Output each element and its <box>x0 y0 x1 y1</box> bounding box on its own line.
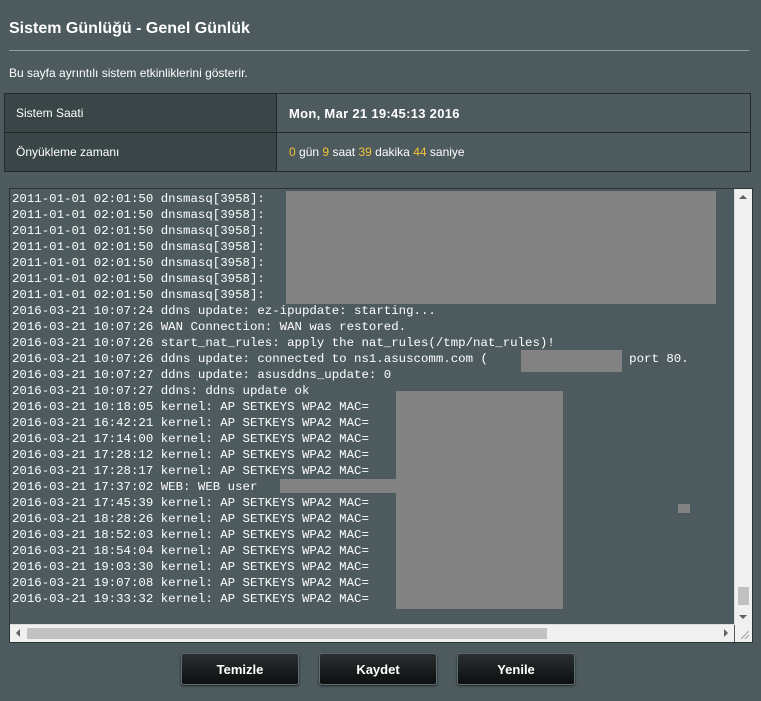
uptime-days-unit: gün <box>299 145 320 159</box>
redacted-block <box>280 479 400 493</box>
redacted-block <box>521 350 622 372</box>
uptime-seconds-unit: saniye <box>429 145 465 159</box>
system-time-row: Sistem Saati Mon, Mar 21 19:45:13 2016 <box>4 93 751 133</box>
log-line: 2016-03-21 17:28:12 kernel: AP SETKEYS W… <box>12 448 369 462</box>
clear-button[interactable]: Temizle <box>181 653 299 685</box>
redacted-block <box>396 391 563 609</box>
log-line: 2016-03-21 10:07:24 ddns update: ez-ipup… <box>12 304 436 318</box>
uptime-hours-unit: saat <box>332 145 356 159</box>
vertical-scroll-thumb[interactable] <box>738 587 749 605</box>
save-button[interactable]: Kaydet <box>319 653 437 685</box>
scroll-left-arrow-icon[interactable] <box>16 629 20 637</box>
log-line: 2016-03-21 17:45:39 kernel: AP SETKEYS W… <box>12 496 369 510</box>
log-line: 2016-03-21 10:07:26 start_nat_rules: app… <box>12 336 555 350</box>
scroll-right-arrow-icon[interactable] <box>724 629 728 637</box>
log-line: 2011-01-01 02:01:50 dnsmasq[3958]: <box>12 224 265 238</box>
log-line: 2011-01-01 02:01:50 dnsmasq[3958]: <box>12 272 265 286</box>
log-line: 2011-01-01 02:01:50 dnsmasq[3958]: <box>12 288 265 302</box>
log-line: 2016-03-21 19:03:30 kernel: AP SETKEYS W… <box>12 560 369 574</box>
uptime-minutes-unit: dakika <box>375 145 410 159</box>
system-log-content[interactable]: 2011-01-01 02:01:50 dnsmasq[3958]: 2011-0… <box>10 189 734 625</box>
page-title: Sistem Günlüğü - Genel Günlük <box>9 20 250 37</box>
title-divider <box>9 50 749 51</box>
log-vertical-scrollbar[interactable] <box>734 189 752 625</box>
uptime-hours: 9 <box>322 145 330 159</box>
uptime-minutes: 39 <box>358 145 372 159</box>
log-line: 2016-03-21 10:07:27 ddns: ddns update ok <box>12 384 310 398</box>
log-line: 2016-03-21 18:54:04 kernel: AP SETKEYS W… <box>12 544 369 558</box>
log-line: 2016-03-21 18:28:26 kernel: AP SETKEYS W… <box>12 512 369 526</box>
horizontal-scroll-thumb[interactable] <box>27 628 547 639</box>
log-line: 2016-03-21 10:18:05 kernel: AP SETKEYS W… <box>12 400 369 414</box>
log-line: 2011-01-01 02:01:50 dnsmasq[3958]: <box>12 192 265 206</box>
log-line: 2016-03-21 10:07:26 WAN Connection: WAN … <box>12 320 407 334</box>
uptime-days: 0 <box>289 145 296 159</box>
uptime-label: Önyükleme zamanı <box>4 132 277 172</box>
scroll-up-arrow-icon[interactable] <box>739 195 747 199</box>
system-info-table: Sistem Saati Mon, Mar 21 19:45:13 2016 Ö… <box>4 93 751 172</box>
uptime-row: Önyükleme zamanı 0 gün 9 saat 39 dakika … <box>4 132 751 172</box>
redacted-block <box>678 504 690 513</box>
resize-grip-icon <box>741 631 749 639</box>
uptime-value: 0 gün 9 saat 39 dakika 44 saniye <box>276 132 751 172</box>
system-time-label: Sistem Saati <box>4 93 277 133</box>
log-line: 2016-03-21 17:28:17 kernel: AP SETKEYS W… <box>12 464 369 478</box>
log-line: 2016-03-21 17:37:02 WEB: WEB user <box>12 480 258 494</box>
page-description: Bu sayfa ayrıntılı sistem etkinliklerini… <box>9 66 248 80</box>
system-time-value: Mon, Mar 21 19:45:13 2016 <box>289 105 460 121</box>
log-line: 2016-03-21 17:14:00 kernel: AP SETKEYS W… <box>12 432 369 446</box>
redacted-block <box>286 191 716 304</box>
refresh-button[interactable]: Yenile <box>457 653 575 685</box>
log-line: 2011-01-01 02:01:50 dnsmasq[3958]: <box>12 256 265 270</box>
uptime-seconds: 44 <box>413 145 427 159</box>
log-line: 2016-03-21 16:42:21 kernel: AP SETKEYS W… <box>12 416 369 430</box>
log-line: 2011-01-01 02:01:50 dnsmasq[3958]: <box>12 240 265 254</box>
log-horizontal-scrollbar[interactable] <box>10 624 734 642</box>
log-line: 2016-03-21 19:07:08 kernel: AP SETKEYS W… <box>12 576 369 590</box>
scroll-down-arrow-icon[interactable] <box>739 615 747 619</box>
log-line: 2016-03-21 10:07:27 ddns update: asusddn… <box>12 368 392 382</box>
resize-grip[interactable] <box>735 625 752 642</box>
log-line: 2016-03-21 18:52:03 kernel: AP SETKEYS W… <box>12 528 369 542</box>
log-line: 2016-03-21 19:33:32 kernel: AP SETKEYS W… <box>12 592 369 606</box>
log-line: 2011-01-01 02:01:50 dnsmasq[3958]: <box>12 208 265 222</box>
system-log-textarea[interactable]: 2011-01-01 02:01:50 dnsmasq[3958]: 2011-0… <box>9 188 753 643</box>
